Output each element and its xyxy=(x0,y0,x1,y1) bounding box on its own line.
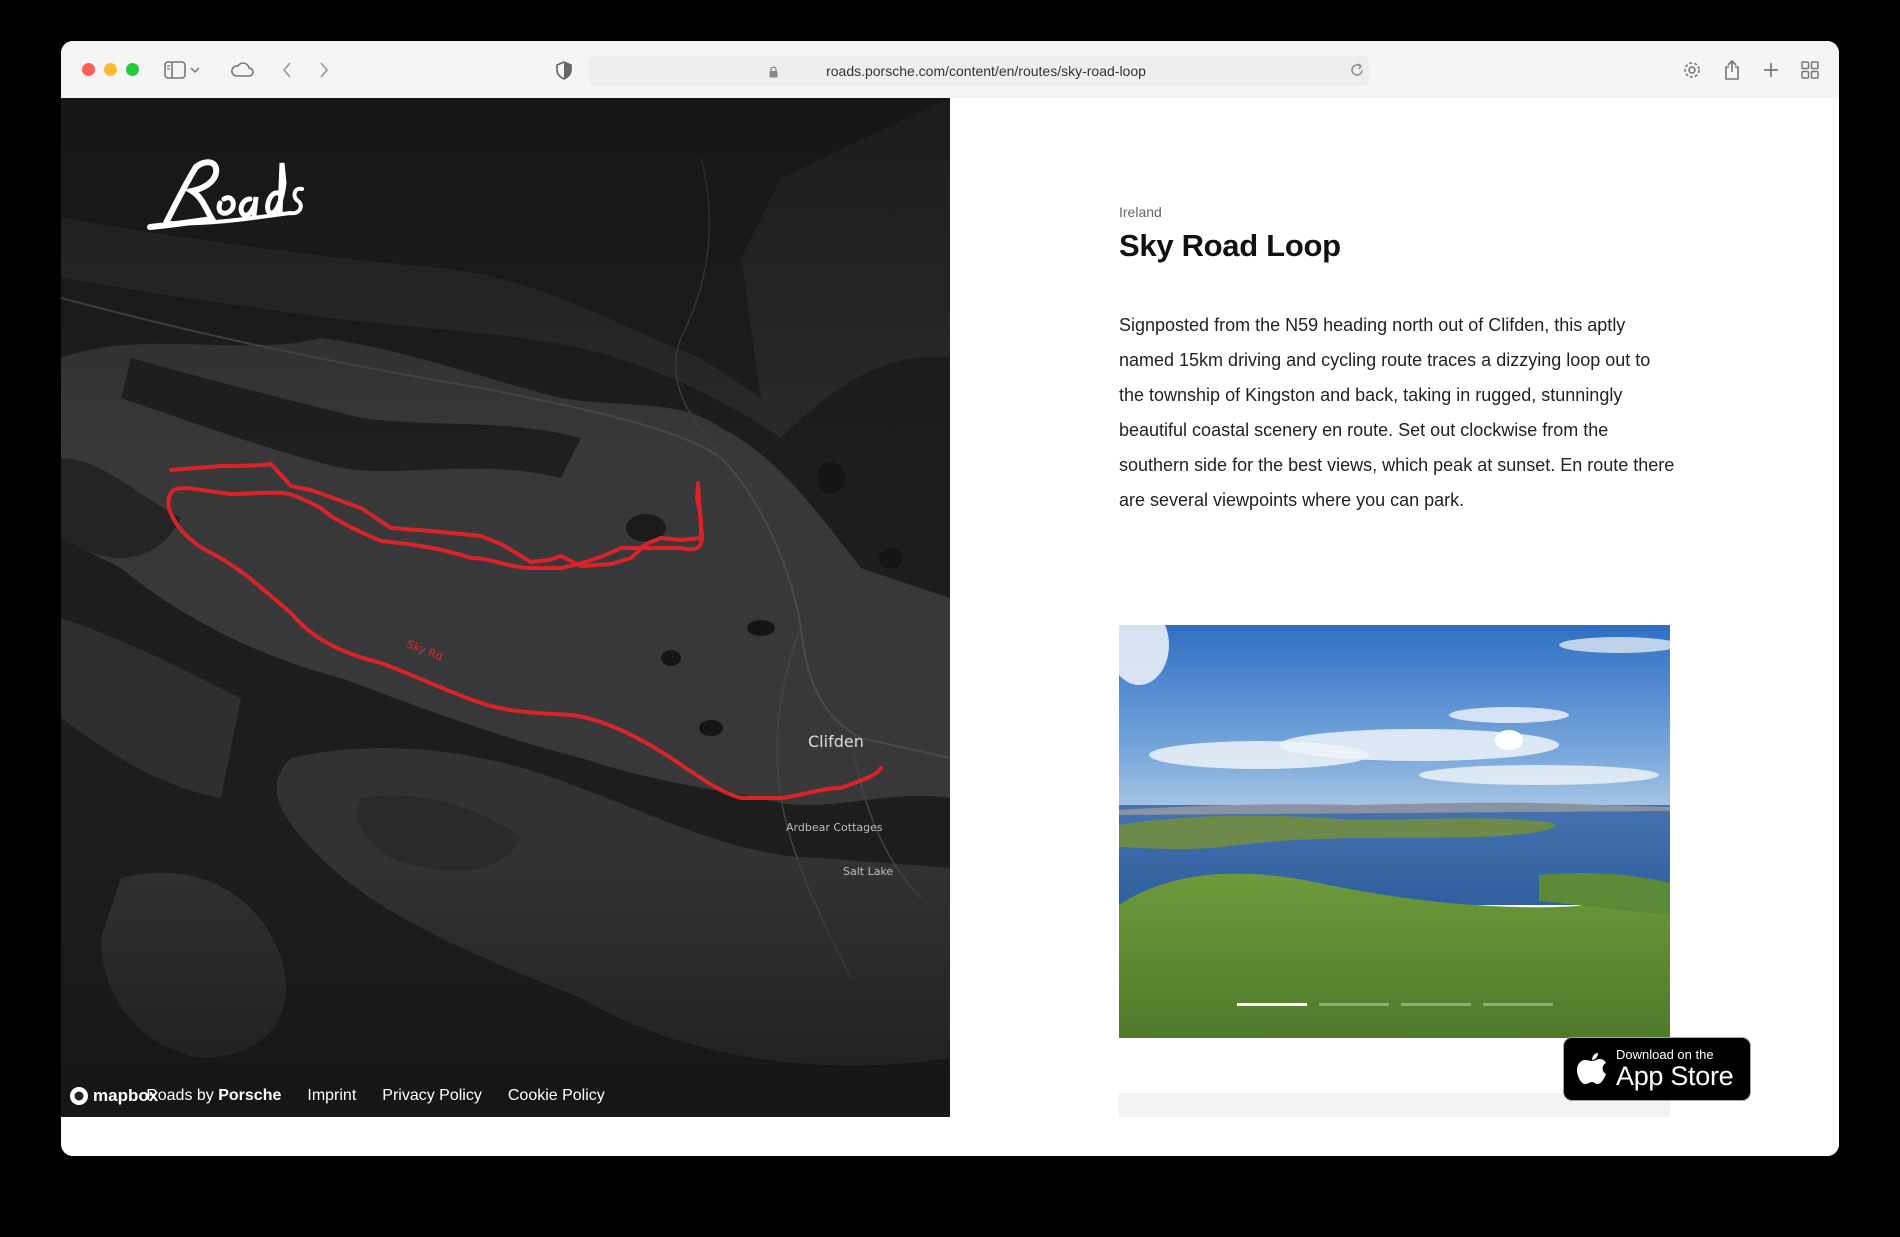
app-store-badge[interactable]: Download on the App Store xyxy=(1563,1037,1751,1101)
coastal-landscape-photo xyxy=(1119,625,1670,1038)
share-icon[interactable] xyxy=(1719,57,1745,83)
zoom-window-button[interactable] xyxy=(126,63,139,76)
route-country: Ireland xyxy=(1119,204,1162,220)
app-store-small-text: Download on the xyxy=(1616,1047,1714,1062)
place-label-clifden: Clifden xyxy=(808,732,864,751)
tabs-grid-icon[interactable] xyxy=(1797,57,1823,83)
apple-icon xyxy=(1576,1049,1608,1090)
mapbox-logo-icon xyxy=(70,1087,88,1105)
chevron-down-icon[interactable] xyxy=(188,57,202,83)
map-footer: mapbox Roads by Porsche Imprint Privacy … xyxy=(69,1083,605,1109)
route-photo-gallery[interactable] xyxy=(1119,625,1670,1038)
back-icon[interactable] xyxy=(274,57,300,83)
gallery-dot-1[interactable] xyxy=(1237,1003,1307,1006)
gallery-dot-2[interactable] xyxy=(1319,1003,1389,1006)
reload-icon[interactable] xyxy=(1349,62,1365,83)
page-content: Sky Rd Clifden Ardbear Cottages Salt Lak… xyxy=(61,98,1839,1156)
browser-toolbar: roads.porsche.com/content/en/routes/sky-… xyxy=(61,41,1839,99)
footer-brand-prefix: Roads by xyxy=(146,1087,214,1104)
place-label-salt-lake: Salt Lake xyxy=(843,865,894,878)
place-label-ardbear: Ardbear Cottages xyxy=(786,821,883,834)
footer-links: Roads by Porsche Imprint Privacy Policy … xyxy=(146,1087,605,1105)
plus-icon[interactable] xyxy=(1758,57,1784,83)
browser-window: roads.porsche.com/content/en/routes/sky-… xyxy=(61,41,1839,1156)
footer-brand[interactable]: Roads by Porsche xyxy=(146,1087,281,1105)
cloud-icon[interactable] xyxy=(229,57,255,83)
minimize-window-button[interactable] xyxy=(104,63,117,76)
gear-icon[interactable] xyxy=(1679,57,1705,83)
url-text: roads.porsche.com/content/en/routes/sky-… xyxy=(826,63,1146,79)
sidebar-icon[interactable] xyxy=(162,57,188,83)
close-window-button[interactable] xyxy=(82,63,95,76)
mapbox-attribution[interactable]: mapbox xyxy=(69,1086,158,1106)
gallery-pagination xyxy=(1237,1003,1553,1006)
route-details-panel: Ireland Sky Road Loop Signposted from th… xyxy=(950,98,1839,1156)
app-store-big-text: App Store xyxy=(1616,1061,1734,1091)
address-bar[interactable]: roads.porsche.com/content/en/routes/sky-… xyxy=(589,56,1369,86)
roads-logo[interactable] xyxy=(146,153,306,238)
gallery-dot-3[interactable] xyxy=(1401,1003,1471,1006)
gallery-dot-4[interactable] xyxy=(1483,1003,1553,1006)
footer-link-cookie-policy[interactable]: Cookie Policy xyxy=(508,1087,605,1105)
map-canvas xyxy=(61,98,950,1117)
footer-link-imprint[interactable]: Imprint xyxy=(307,1087,356,1105)
forward-icon[interactable] xyxy=(311,57,337,83)
route-title: Sky Road Loop xyxy=(1119,228,1341,263)
shield-icon[interactable] xyxy=(551,57,577,83)
route-map[interactable]: Sky Rd Clifden Ardbear Cottages Salt Lak… xyxy=(61,98,950,1117)
footer-brand-name: Porsche xyxy=(218,1087,282,1104)
footer-link-privacy-policy[interactable]: Privacy Policy xyxy=(382,1087,482,1105)
route-description: Signposted from the N59 heading north ou… xyxy=(1119,315,1675,510)
app-store-text: Download on the App Store xyxy=(1616,1047,1734,1091)
